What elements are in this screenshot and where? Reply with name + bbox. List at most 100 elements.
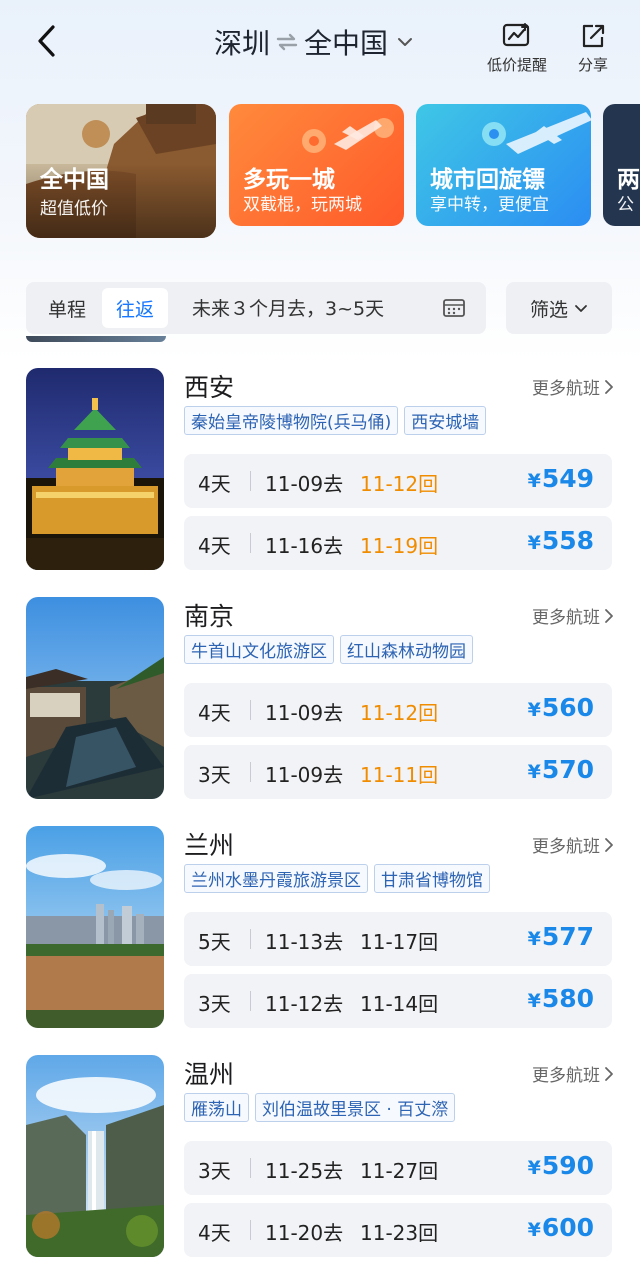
chevron-down-icon[interactable]: [396, 33, 414, 51]
flight-deals-screen: 深圳 全中国 低价提醒 分享 全中国 超值低价 多玩一城 双截棍，玩两城 城市回…: [0, 0, 640, 1264]
flight-option-row[interactable]: 4天 11-16去 11-19回 ¥558: [184, 516, 612, 570]
depart-date: 11-09去: [265, 763, 344, 787]
flight-option-row[interactable]: 3天 11-09去 11-11回 ¥570: [184, 745, 612, 799]
depart-date: 11-09去: [265, 472, 344, 496]
flight-option-row[interactable]: 3天 11-25去 11-27回 ¥590: [184, 1141, 612, 1195]
price: ¥580: [528, 984, 594, 1013]
attraction-tag[interactable]: 兰州水墨丹霞旅游景区: [184, 864, 368, 893]
return-date: 11-23回: [360, 1221, 439, 1245]
price-value: 600: [541, 1213, 594, 1242]
promo-card-boomerang[interactable]: 城市回旋镖 享中转，更便宜: [416, 104, 591, 226]
divider: [250, 471, 251, 491]
attraction-tags: 秦始皇帝陵博物院(兵马俑) 西安城墙: [184, 406, 487, 435]
attraction-tag[interactable]: 刘伯温故里景区 · 百丈漈: [255, 1093, 456, 1122]
city-photo-wenzhou[interactable]: [26, 1055, 164, 1257]
destination-city[interactable]: 全中国: [304, 22, 388, 62]
more-flights-link[interactable]: 更多航班: [532, 832, 614, 857]
divider: [250, 1220, 251, 1240]
promo-card-multi-city[interactable]: 多玩一城 双截棍，玩两城: [229, 104, 404, 226]
swap-icon[interactable]: [276, 31, 298, 53]
trip-type-bar: 单程 往返 未来３个月去，3~5天: [26, 282, 486, 334]
chevron-left-icon: [38, 25, 55, 57]
more-flights-link[interactable]: 更多航班: [532, 603, 614, 628]
depart-date: 11-16去: [265, 534, 344, 558]
chevron-right-icon: [605, 608, 613, 623]
price-alert-button[interactable]: 低价提醒: [487, 22, 547, 75]
attraction-tag[interactable]: 牛首山文化旅游区: [184, 635, 334, 664]
share-icon: [582, 24, 605, 48]
route-selector[interactable]: 深圳 全中国: [214, 22, 414, 62]
attraction-tag[interactable]: 红山森林动物园: [340, 635, 473, 664]
promo-card-partial[interactable]: 两 公: [603, 104, 640, 226]
return-date: 11-12回: [360, 472, 439, 496]
currency-symbol: ¥: [527, 1219, 541, 1241]
currency-symbol: ¥: [527, 1157, 541, 1179]
depart-date: 11-20去: [265, 1221, 344, 1245]
city-photo-xian[interactable]: [26, 368, 164, 570]
price-trend-icon: [502, 23, 530, 47]
date-range-selector[interactable]: 未来３个月去，3~5天: [192, 294, 384, 321]
depart-date: 11-25去: [265, 1159, 344, 1183]
attraction-tag[interactable]: 甘肃省博物馆: [374, 864, 490, 893]
currency-symbol: ¥: [527, 699, 541, 721]
more-flights-link[interactable]: 更多航班: [532, 1061, 614, 1086]
tab-one-way[interactable]: 单程: [32, 288, 102, 328]
currency-symbol: ¥: [527, 928, 541, 950]
attraction-tag[interactable]: 雁荡山: [184, 1093, 249, 1122]
tab-round-trip[interactable]: 往返: [102, 288, 168, 328]
filter-button[interactable]: 筛选: [506, 282, 612, 334]
chevron-right-icon: [605, 379, 613, 394]
share-button[interactable]: 分享: [578, 22, 608, 75]
back-button[interactable]: [30, 24, 64, 58]
return-date: 11-19回: [360, 534, 439, 558]
city-photo-nanjing[interactable]: [26, 597, 164, 799]
promo-title: 城市回旋镖: [430, 167, 545, 193]
price-value: 590: [541, 1151, 594, 1180]
chevron-right-icon: [605, 837, 613, 852]
currency-symbol: ¥: [527, 761, 541, 783]
trip-length: 4天: [198, 472, 231, 496]
promo-carousel: 全中国 超值低价 多玩一城 双截棍，玩两城 城市回旋镖 享中转，更便宜 两 公: [26, 104, 640, 244]
divider: [250, 533, 251, 553]
depart-date: 11-12去: [265, 992, 344, 1016]
currency-symbol: ¥: [527, 990, 541, 1012]
trip-length: 3天: [198, 992, 231, 1016]
more-flights-link[interactable]: 更多航班: [532, 374, 614, 399]
price: ¥577: [528, 922, 594, 951]
chevron-right-icon: [605, 1066, 613, 1081]
flight-option-row[interactable]: 4天 11-20去 11-23回 ¥600: [184, 1203, 612, 1257]
promo-title: 多玩一城: [243, 167, 335, 193]
chevron-down-icon: [575, 305, 587, 312]
divider: [250, 762, 251, 782]
promo-card-all-china[interactable]: 全中国 超值低价: [26, 104, 216, 238]
trip-length: 4天: [198, 701, 231, 725]
flight-option-row[interactable]: 3天 11-12去 11-14回 ¥580: [184, 974, 612, 1028]
city-name: 温州: [184, 1060, 235, 1089]
price-alert-label: 低价提醒: [487, 56, 548, 74]
origin-city[interactable]: 深圳: [214, 22, 270, 62]
divider: [250, 1158, 251, 1178]
return-date: 11-14回: [360, 992, 439, 1016]
divider: [250, 991, 251, 1011]
attraction-tag[interactable]: 西安城墙: [404, 406, 487, 435]
more-flights-label: 更多航班: [532, 837, 600, 857]
price-value: 549: [541, 464, 594, 493]
city-photo-lanzhou[interactable]: [26, 826, 164, 1028]
flight-option-row[interactable]: 4天 11-09去 11-12回 ¥560: [184, 683, 612, 737]
flight-option-row[interactable]: 5天 11-13去 11-17回 ¥577: [184, 912, 612, 966]
calendar-icon[interactable]: [442, 297, 466, 319]
promo-subtitle: 超值低价: [40, 199, 108, 219]
divider: [250, 700, 251, 720]
more-flights-label: 更多航班: [532, 1066, 600, 1086]
trip-length: 5天: [198, 930, 231, 954]
trip-length: 4天: [198, 1221, 231, 1245]
destination-card-wenzhou: 温州 更多航班 雁荡山 刘伯温故里景区 · 百丈漈 3天 11-25去 11-2…: [26, 1055, 616, 1259]
flight-option-row[interactable]: 4天 11-09去 11-12回 ¥549: [184, 454, 612, 508]
price-value: 558: [541, 526, 594, 555]
promo-subtitle: 双截棍，玩两城: [243, 195, 362, 215]
price-value: 577: [541, 922, 594, 951]
attraction-tags: 牛首山文化旅游区 红山森林动物园: [184, 635, 473, 664]
price: ¥560: [528, 693, 594, 722]
more-flights-label: 更多航班: [532, 608, 600, 628]
attraction-tag[interactable]: 秦始皇帝陵博物院(兵马俑): [184, 406, 399, 435]
